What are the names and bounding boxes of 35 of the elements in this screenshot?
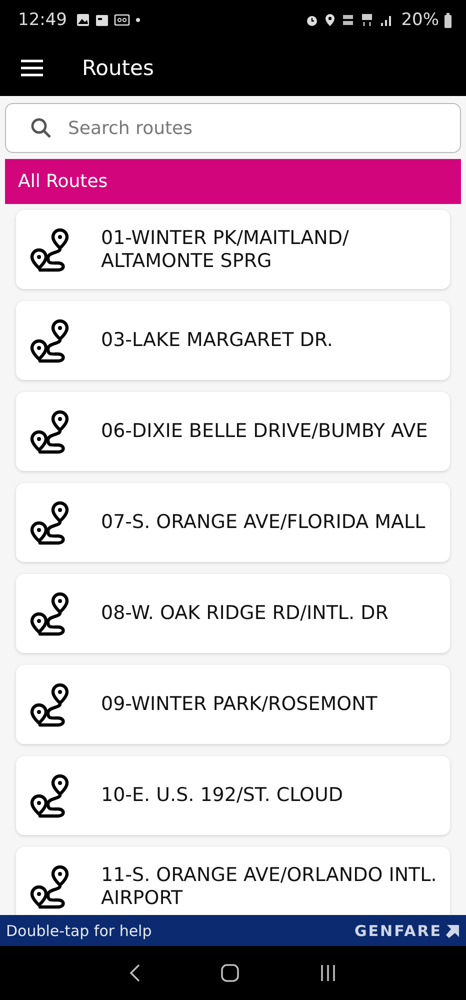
route-item[interactable]: 09-WINTER PARK/ROSEMONT xyxy=(16,665,450,744)
signal-icon xyxy=(379,13,394,27)
route-item[interactable]: 03-LAKE MARGARET DR. xyxy=(16,301,450,380)
battery-percent: 20% xyxy=(401,10,439,30)
route-name: 07-S. ORANGE AVE/FLORIDA MALL xyxy=(101,511,426,534)
voicemail-icon xyxy=(114,13,130,27)
help-hint: Double-tap for help xyxy=(6,922,153,940)
route-name: 11-S. ORANGE AVE/ORLANDO INTL. AIRPORT xyxy=(101,864,438,910)
route-item[interactable]: 01-WINTER PK/MAITLAND/ ALTAMONTE SPRG xyxy=(16,210,450,289)
arrow-icon xyxy=(446,924,460,938)
section-header: All Routes xyxy=(5,159,461,204)
search-field[interactable]: Search routes xyxy=(5,103,461,153)
route-item[interactable]: 10-E. U.S. 192/ST. CLOUD xyxy=(16,756,450,835)
route-item[interactable]: 08-W. OAK RIDGE RD/INTL. DR xyxy=(16,574,450,653)
route-name: 06-DIXIE BELLE DRIVE/BUMBY AVE xyxy=(101,420,429,443)
battery-icon xyxy=(444,12,452,28)
home-icon[interactable] xyxy=(220,964,240,982)
route-name: 09-WINTER PARK/ROSEMONT xyxy=(101,693,378,716)
alarm-icon xyxy=(305,13,320,27)
location-icon xyxy=(324,13,336,27)
image-icon xyxy=(76,13,90,27)
dot-icon xyxy=(135,17,141,23)
route-name: 08-W. OAK RIDGE RD/INTL. DR xyxy=(101,602,390,625)
screen-title: Routes xyxy=(82,56,154,80)
brand-logo: GENFARE xyxy=(354,922,442,940)
recents-icon[interactable] xyxy=(318,964,337,982)
back-icon[interactable] xyxy=(129,964,142,982)
route-name: 10-E. U.S. 192/ST. CLOUD xyxy=(101,784,344,807)
menu-icon[interactable] xyxy=(21,59,43,77)
status-time: 12:49 xyxy=(18,10,67,30)
route-item[interactable]: 07-S. ORANGE AVE/FLORIDA MALL xyxy=(16,483,450,562)
route-name: 03-LAKE MARGARET DR. xyxy=(101,329,334,352)
route-name: 01-WINTER PK/MAITLAND/ ALTAMONTE SPRG xyxy=(101,226,350,272)
route-item[interactable]: 06-DIXIE BELLE DRIVE/BUMBY AVE xyxy=(16,392,450,471)
route-item[interactable]: 11-S. ORANGE AVE/ORLANDO INTL. AIRPORT xyxy=(16,847,450,915)
